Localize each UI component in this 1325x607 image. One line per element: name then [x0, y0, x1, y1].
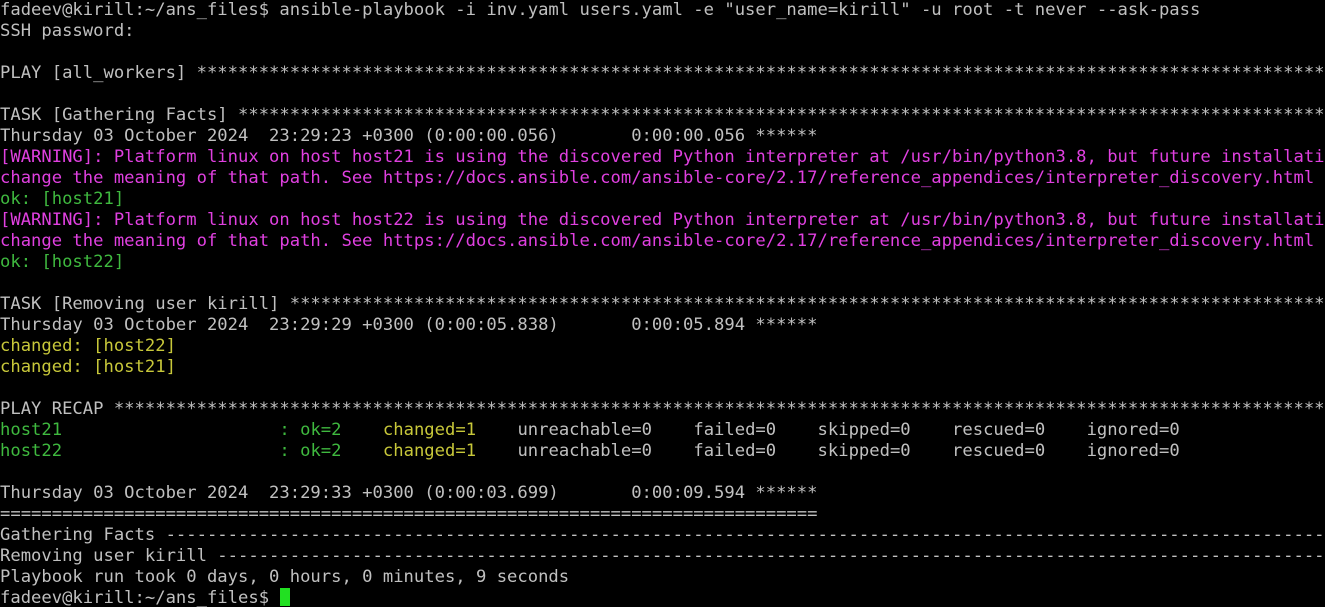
terminal-line: Thursday 03 October 2024 23:29:33 +0300 … — [0, 483, 1325, 504]
terminal-text: changed=1 — [382, 441, 477, 461]
terminal-line: Thursday 03 October 2024 23:29:29 +0300 … — [0, 315, 1325, 336]
terminal-text: change the meaning of that path. See htt… — [0, 231, 1325, 251]
terminal-text: Removing user kirill -------------------… — [0, 546, 1325, 566]
terminal-line: ok: [host22] — [0, 252, 1325, 273]
terminal-text: Thursday 03 October 2024 23:29:33 +0300 … — [0, 483, 818, 503]
terminal-text: ok: [host21] — [0, 189, 125, 209]
terminal-line: SSH password: — [0, 21, 1325, 42]
terminal-line: [WARNING]: Platform linux on host host22… — [0, 210, 1325, 231]
terminal-text: Thursday 03 October 2024 23:29:23 +0300 … — [0, 126, 818, 146]
terminal-line: changed: [host21] — [0, 357, 1325, 378]
terminal-line: fadeev@kirill:~/ans_files$ ansible-playb… — [0, 0, 1325, 21]
terminal-line: host22 : ok=2 changed=1 unreachable=0 fa… — [0, 441, 1325, 462]
terminal-line: TASK [Gathering Facts] *****************… — [0, 105, 1325, 126]
terminal-window[interactable]: fadeev@kirill:~/ans_files$ ansible-playb… — [0, 0, 1325, 607]
terminal-text: unreachable=0 failed=0 skipped=0 rescued… — [476, 441, 1180, 461]
terminal-line: Removing user kirill -------------------… — [0, 546, 1325, 567]
terminal-text: host21 : — [0, 420, 301, 440]
terminal-line: change the meaning of that path. See htt… — [0, 168, 1325, 189]
terminal-text: unreachable=0 failed=0 skipped=0 rescued… — [476, 420, 1180, 440]
terminal-line: Gathering Facts ------------------------… — [0, 525, 1325, 546]
terminal-text: fadeev@kirill:~/ans_files$ ansible-playb… — [0, 0, 1201, 20]
terminal-text: [WARNING]: Platform linux on host host22… — [0, 210, 1325, 230]
terminal-text: fadeev@kirill:~/ans_files$ — [0, 588, 280, 607]
terminal-cursor[interactable] — [280, 588, 291, 606]
terminal-text: ok=2 — [300, 420, 342, 440]
terminal-line: fadeev@kirill:~/ans_files$ — [0, 588, 1325, 607]
terminal-text: PLAY RECAP *****************************… — [0, 399, 1325, 419]
terminal-text: ok=2 — [300, 441, 342, 461]
terminal-line: host21 : ok=2 changed=1 unreachable=0 fa… — [0, 420, 1325, 441]
terminal-line: PLAY [all_workers] *********************… — [0, 63, 1325, 84]
terminal-line: ok: [host21] — [0, 189, 1325, 210]
terminal-line: [WARNING]: Platform linux on host host21… — [0, 147, 1325, 168]
terminal-text: Thursday 03 October 2024 23:29:29 +0300 … — [0, 315, 818, 335]
terminal-text: TASK [Gathering Facts] *****************… — [0, 105, 1325, 125]
terminal-text: Playbook run took 0 days, 0 hours, 0 min… — [0, 567, 570, 587]
terminal-text: Gathering Facts ------------------------… — [0, 525, 1325, 545]
terminal-text: [WARNING]: Platform linux on host host21… — [0, 147, 1325, 167]
terminal-text: changed: [host21] — [0, 357, 176, 377]
terminal-text: changed: [host22] — [0, 336, 176, 356]
terminal-text: ok: [host22] — [0, 252, 125, 272]
terminal-line: changed: [host22] — [0, 336, 1325, 357]
terminal-line: TASK [Removing user kirill] ************… — [0, 294, 1325, 315]
terminal-text: change the meaning of that path. See htt… — [0, 168, 1325, 188]
terminal-text: PLAY [all_workers] *********************… — [0, 63, 1325, 83]
terminal-text: ========================================… — [0, 504, 818, 524]
terminal-line: Thursday 03 October 2024 23:29:23 +0300 … — [0, 126, 1325, 147]
terminal-line: change the meaning of that path. See htt… — [0, 231, 1325, 252]
terminal-text: TASK [Removing user kirill] ************… — [0, 294, 1325, 314]
terminal-text: SSH password: — [0, 21, 135, 41]
terminal-text: host22 : — [0, 441, 301, 461]
terminal-text: changed=1 — [382, 420, 477, 440]
terminal-line: ========================================… — [0, 504, 1325, 525]
terminal-line: PLAY RECAP *****************************… — [0, 399, 1325, 420]
terminal-line: Playbook run took 0 days, 0 hours, 0 min… — [0, 567, 1325, 588]
